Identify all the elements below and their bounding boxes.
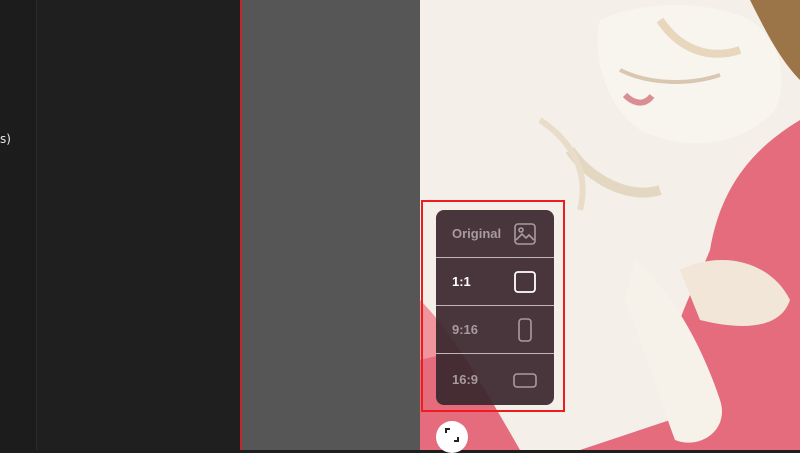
editor-panel bbox=[37, 0, 240, 450]
landscape-icon bbox=[512, 368, 538, 392]
canvas-background bbox=[242, 0, 420, 450]
aspect-option-1-1[interactable]: 1:1 bbox=[436, 258, 554, 306]
sidebar-text-fragment: s) bbox=[0, 132, 11, 146]
expand-button[interactable] bbox=[436, 421, 468, 453]
aspect-option-original[interactable]: Original bbox=[436, 210, 554, 258]
aspect-option-16-9[interactable]: 16:9 bbox=[436, 354, 554, 405]
square-icon bbox=[512, 270, 538, 294]
option-label: 9:16 bbox=[452, 322, 479, 337]
option-label: Original bbox=[452, 226, 502, 241]
image-icon bbox=[512, 222, 538, 246]
option-label: 16:9 bbox=[452, 372, 479, 387]
portrait-icon bbox=[512, 317, 538, 342]
aspect-ratio-menu: Original 1:1 9:16 16:9 bbox=[436, 210, 554, 405]
option-label: 1:1 bbox=[452, 274, 471, 289]
expand-icon bbox=[444, 427, 460, 448]
left-sidebar bbox=[0, 0, 37, 450]
aspect-option-9-16[interactable]: 9:16 bbox=[436, 306, 554, 354]
